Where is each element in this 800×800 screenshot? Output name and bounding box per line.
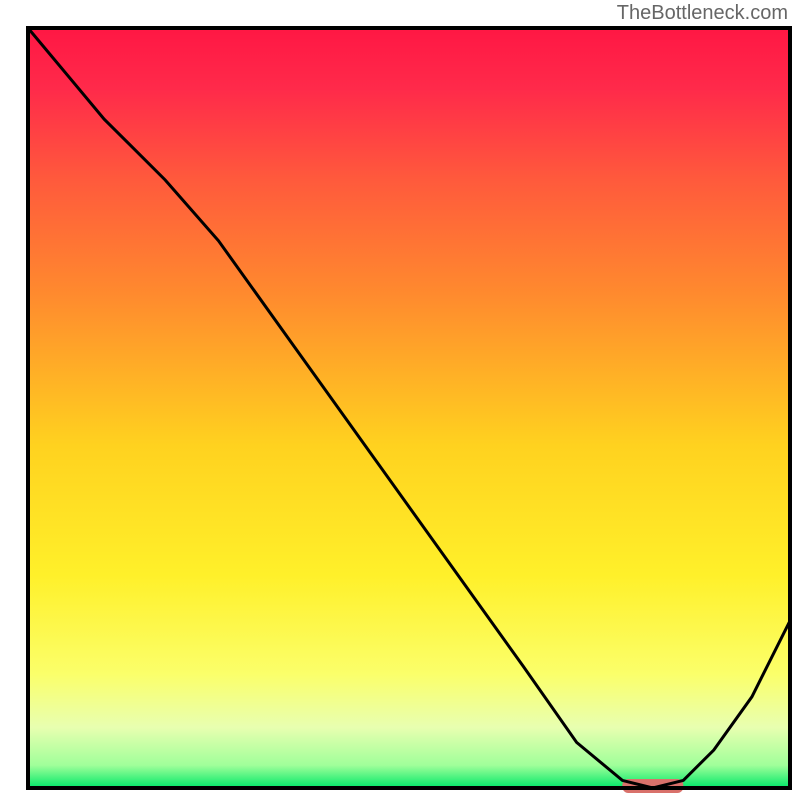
chart-container: { "watermark": "TheBottleneck.com", "cha… (0, 0, 800, 800)
gradient-background (28, 28, 790, 788)
bottleneck-chart (0, 0, 800, 800)
watermark-text: TheBottleneck.com (617, 2, 788, 25)
plot-area (28, 28, 790, 793)
